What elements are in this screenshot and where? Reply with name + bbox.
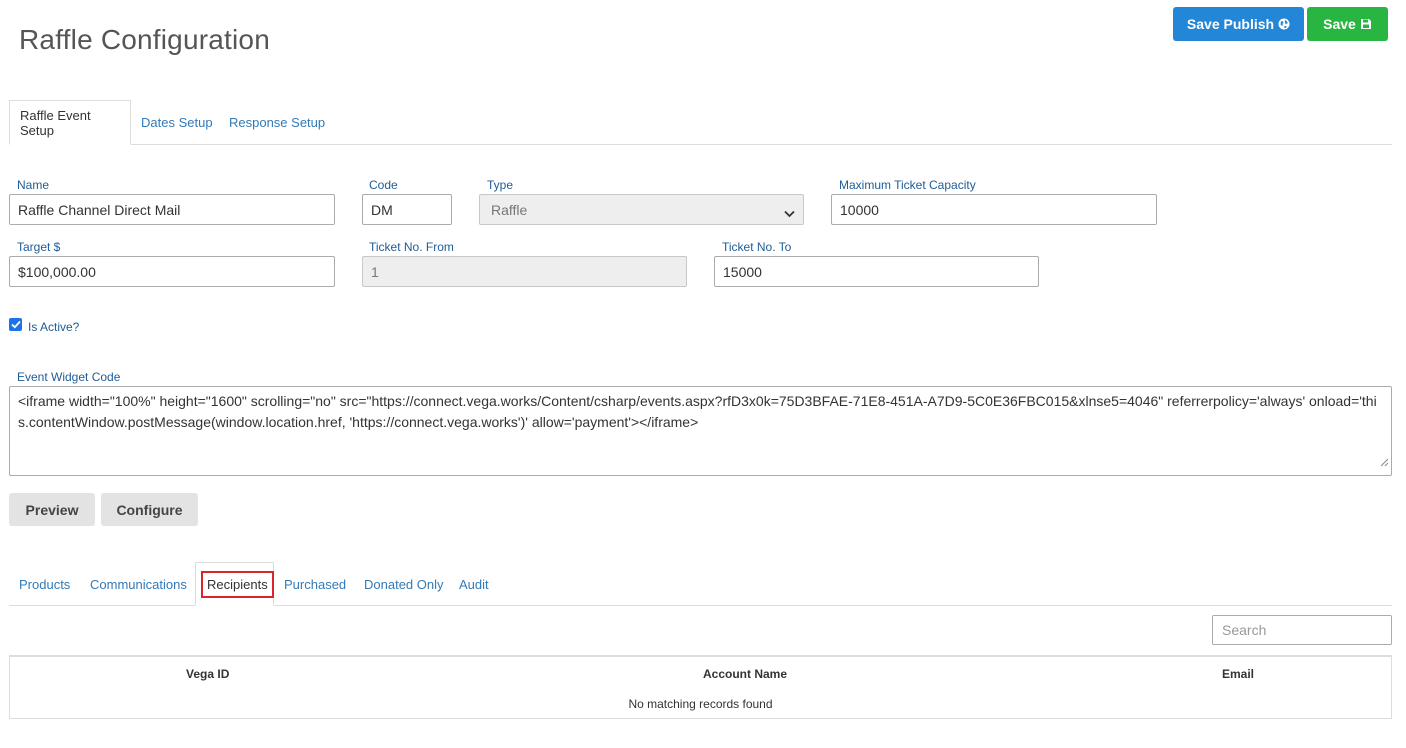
type-value: Raffle — [491, 201, 528, 218]
empty-message: No matching records found — [628, 697, 773, 711]
globe-icon — [1278, 18, 1290, 30]
search-placeholder: Search — [1222, 622, 1267, 638]
ticket-to-input[interactable]: 15000 — [714, 256, 1039, 287]
ticket-from-value: 1 — [371, 263, 379, 280]
col-email[interactable]: Email — [1222, 667, 1254, 681]
tab-donated-only[interactable]: Donated Only — [354, 562, 454, 606]
ticket-from-input: 1 — [362, 256, 687, 287]
col-vega-id[interactable]: Vega ID — [186, 667, 229, 681]
ticket-to-value: 15000 — [723, 263, 762, 280]
recipients-highlight: Recipients — [201, 570, 274, 598]
widget-code-label: Event Widget Code — [17, 370, 121, 384]
code-label: Code — [369, 178, 398, 192]
checkmark-icon — [10, 320, 21, 329]
widget-code-textarea[interactable]: <iframe width="100%" height="1600" scrol… — [9, 386, 1392, 476]
is-active-checkbox[interactable] — [9, 318, 22, 331]
name-label: Name — [17, 178, 50, 192]
target-label: Target $ — [17, 240, 61, 254]
target-input[interactable]: $100,000.00 — [9, 256, 335, 287]
ticket-from-label: Ticket No. From — [369, 240, 454, 254]
tab-audit[interactable]: Audit — [449, 562, 499, 606]
save-button[interactable]: Save — [1307, 7, 1388, 41]
tab-products[interactable]: Products — [9, 562, 80, 606]
preview-button[interactable]: Preview — [9, 493, 95, 526]
save-label: Save — [1323, 16, 1356, 32]
search-input[interactable]: Search — [1212, 615, 1392, 645]
tab-recipients[interactable]: Recipients — [195, 562, 274, 606]
type-label: Type — [487, 178, 514, 192]
chevron-down-icon — [784, 205, 795, 221]
type-select[interactable]: Raffle — [479, 194, 804, 225]
recipients-table: Vega ID Account Name Email No matching r… — [9, 655, 1392, 719]
tab-dates-setup[interactable]: Dates Setup — [131, 100, 223, 145]
save-publish-button[interactable]: Save Publish — [1173, 7, 1304, 41]
code-value: DM — [371, 201, 393, 218]
name-value: Raffle Channel Direct Mail — [18, 201, 181, 218]
code-input[interactable]: DM — [362, 194, 452, 225]
page-title: Raffle Configuration — [19, 24, 270, 55]
ticket-to-label: Ticket No. To — [722, 240, 792, 254]
save-publish-label: Save Publish — [1186, 16, 1275, 32]
max-capacity-label: Maximum Ticket Capacity — [839, 178, 976, 192]
tab-raffle-event-setup[interactable]: Raffle Event Setup — [9, 100, 131, 145]
target-value: $100,000.00 — [18, 263, 96, 280]
tab-purchased[interactable]: Purchased — [274, 562, 356, 606]
tab-response-setup[interactable]: Response Setup — [219, 100, 335, 145]
widget-code-value: <iframe width="100%" height="1600" scrol… — [18, 393, 1377, 430]
name-input[interactable]: Raffle Channel Direct Mail — [9, 194, 335, 225]
is-active-label[interactable]: Is Active? — [28, 320, 79, 334]
max-capacity-value: 10000 — [840, 201, 879, 218]
list-tabs: Products Communications Recipients Purch… — [9, 562, 1392, 606]
config-tabs: Raffle Event Setup Dates Setup Response … — [9, 100, 1392, 145]
max-capacity-input[interactable]: 10000 — [831, 194, 1157, 225]
tab-communications[interactable]: Communications — [80, 562, 197, 606]
configure-button[interactable]: Configure — [101, 493, 198, 526]
floppy-disk-icon — [1360, 18, 1372, 30]
resize-grip-icon[interactable] — [1380, 452, 1389, 473]
col-account-name[interactable]: Account Name — [703, 667, 787, 681]
